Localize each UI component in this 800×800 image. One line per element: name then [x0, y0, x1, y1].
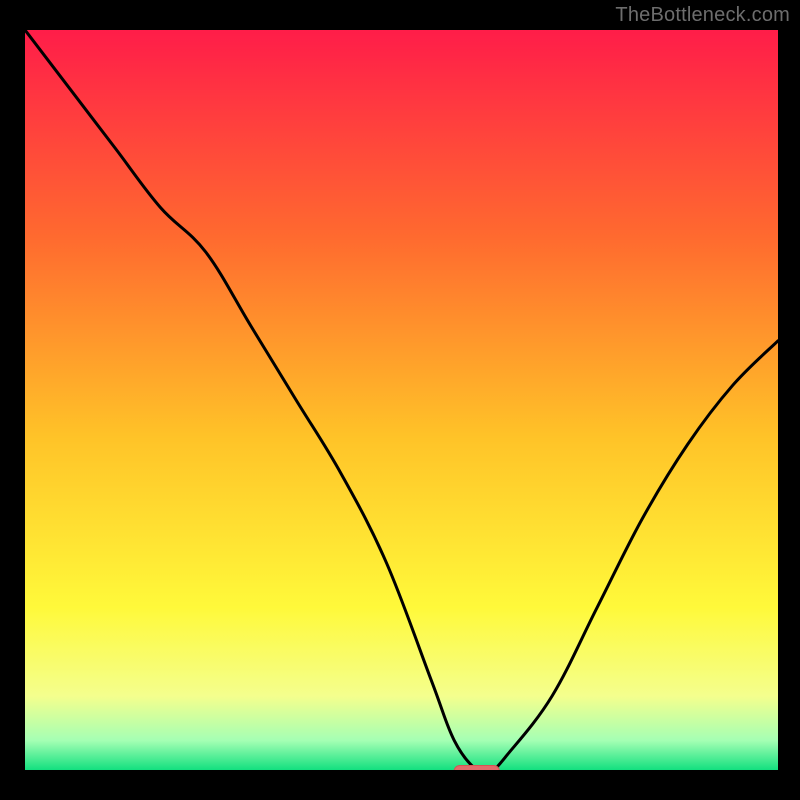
chart-root: TheBottleneck.com [0, 0, 800, 800]
plot-area [25, 30, 778, 770]
optimal-zone-marker [454, 766, 499, 771]
watermark-text: TheBottleneck.com [615, 4, 790, 27]
gradient-background [25, 30, 778, 770]
